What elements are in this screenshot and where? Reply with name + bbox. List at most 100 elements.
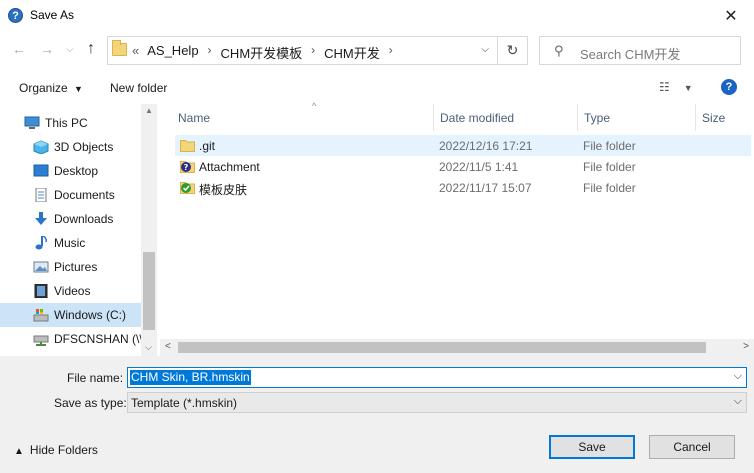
column-header-size[interactable]: Size: [696, 104, 754, 131]
sidebar-item-label: Pictures: [54, 260, 98, 274]
column-header-name[interactable]: Name ^: [172, 101, 434, 131]
caret-down-icon: ▼: [74, 84, 83, 94]
chevron-down-icon[interactable]: ⌵: [734, 370, 742, 383]
download-icon: [35, 212, 47, 225]
chevron-right-icon[interactable]: ›: [208, 43, 212, 62]
refresh-button[interactable]: ↻: [497, 37, 527, 64]
sidebar-item-network-drive[interactable]: DFSCNSHAN (\\: [0, 327, 141, 351]
forward-arrow-icon[interactable]: →: [40, 41, 54, 57]
file-name: 模板皮肤: [199, 183, 248, 197]
column-header-type[interactable]: Type: [578, 104, 696, 131]
sidebar-item-label: This PC: [45, 116, 88, 130]
sort-ascending-icon: ^: [312, 101, 317, 111]
filename-label: File name:: [67, 371, 124, 385]
drive-icon: [33, 309, 49, 322]
help-button[interactable]: ?: [721, 79, 737, 95]
scrollbar-thumb[interactable]: [178, 342, 706, 353]
hide-folders-button[interactable]: ▲ Hide Folders: [14, 443, 98, 457]
address-dropdown-icon[interactable]: ⌵: [481, 44, 489, 55]
sidebar-item-label: Videos: [54, 284, 91, 298]
sidebar-item-music[interactable]: Music: [0, 231, 141, 255]
file-list: Name ^ Date modified Type Size .git 2022…: [157, 101, 754, 356]
navigation-bar: ← → ⌵ ↑ « AS_Help › CHM开发模板 › CHM开发 › ⌵ …: [0, 31, 754, 71]
sidebar-item-this-pc[interactable]: This PC: [0, 111, 141, 135]
sidebar-item-label: Documents: [54, 188, 115, 202]
breadcrumb-overflow[interactable]: «: [132, 43, 139, 62]
search-icon: ⚲: [554, 43, 564, 58]
new-folder-button[interactable]: New folder: [110, 81, 167, 95]
up-arrow-icon[interactable]: ↑: [87, 40, 95, 58]
chevron-down-icon[interactable]: ⌵: [734, 395, 742, 408]
filename-value[interactable]: CHM Skin, BR.hmskin: [130, 370, 251, 385]
sidebar-item-label: 3D Objects: [54, 140, 114, 154]
chevron-up-icon: ▲: [14, 446, 24, 457]
column-label: Size: [702, 110, 726, 125]
organize-button[interactable]: Organize ▼: [19, 81, 83, 95]
savetype-value: Template (*.hmskin): [131, 396, 238, 410]
help-app-icon: ?: [8, 8, 23, 23]
sidebar-item-windows-c[interactable]: Windows (C:): [0, 303, 141, 327]
scroll-left-icon[interactable]: <: [165, 341, 171, 352]
sidebar-item-documents[interactable]: Documents: [0, 183, 141, 207]
sidebar-item-videos[interactable]: Videos: [0, 279, 141, 303]
sidebar-item-label: Windows (C:): [54, 308, 127, 322]
file-date: 2022/12/16 17:21: [439, 139, 533, 153]
file-date: 2022/11/5 1:41: [439, 160, 519, 174]
address-bar[interactable]: « AS_Help › CHM开发模板 › CHM开发 › ⌵ ↻: [107, 36, 528, 65]
scroll-down-icon[interactable]: ⌵: [145, 342, 152, 353]
file-name: .git: [199, 139, 216, 153]
documents-icon: [35, 188, 47, 202]
help-folder-icon: ?: [180, 161, 195, 173]
cancel-button[interactable]: Cancel: [649, 435, 735, 459]
file-name: Attachment: [199, 160, 260, 174]
breadcrumb-item[interactable]: CHM开发: [324, 43, 380, 62]
sidebar-item-3d-objects[interactable]: 3D Objects: [0, 135, 141, 159]
navigation-pane: This PC 3D Objects Desktop Documents Dow…: [0, 104, 157, 356]
filename-field[interactable]: CHM Skin, BR.hmskin ⌵: [127, 367, 747, 388]
computer-icon: [24, 116, 40, 129]
table-row[interactable]: .git 2022/12/16 17:21 File folder: [175, 135, 751, 156]
horizontal-scrollbar[interactable]: < >: [160, 339, 754, 356]
videos-icon: [34, 284, 48, 298]
close-button[interactable]: ✕: [708, 0, 754, 31]
view-options-icon[interactable]: ☷ ▼: [659, 80, 693, 94]
file-type: File folder: [583, 139, 636, 153]
table-row[interactable]: 模板皮肤 2022/11/17 15:07 File folder: [175, 177, 751, 198]
sidebar-scrollbar[interactable]: ▲ ⌵: [141, 104, 157, 356]
caret-down-icon: ▼: [683, 83, 693, 93]
table-row[interactable]: ? Attachment 2022/11/5 1:41 File folder: [175, 156, 751, 177]
breadcrumb-item[interactable]: CHM开发模板: [221, 43, 303, 62]
savetype-select[interactable]: Template (*.hmskin) ⌵: [127, 392, 747, 413]
file-date: 2022/11/17 15:07: [439, 181, 532, 195]
scroll-right-icon[interactable]: >: [743, 341, 749, 352]
back-arrow-icon[interactable]: ←: [12, 41, 26, 57]
sidebar-item-label: Music: [54, 236, 86, 250]
window-title: Save As: [30, 8, 75, 22]
chevron-right-icon[interactable]: ›: [311, 43, 315, 62]
sidebar-item-label: Downloads: [54, 212, 114, 226]
sidebar-item-downloads[interactable]: Downloads: [0, 207, 141, 231]
sidebar-item-label: Desktop: [54, 164, 99, 178]
search-input[interactable]: ⚲ Search CHM开发: [539, 36, 741, 65]
file-type: File folder: [583, 181, 636, 195]
scrollbar-thumb[interactable]: [143, 252, 155, 330]
savetype-label: Save as type:: [54, 396, 127, 410]
music-icon: [35, 236, 47, 250]
column-header-date[interactable]: Date modified: [434, 104, 578, 131]
chevron-right-icon[interactable]: ›: [389, 43, 393, 62]
title-bar: ? Save As ✕: [0, 0, 754, 31]
breadcrumb-item[interactable]: AS_Help: [147, 43, 198, 62]
file-type: File folder: [583, 160, 636, 174]
hide-folders-label: Hide Folders: [29, 443, 98, 457]
sidebar-item-desktop[interactable]: Desktop: [0, 159, 141, 183]
network-drive-icon: [33, 335, 49, 346]
recent-locations-icon[interactable]: ⌵: [66, 44, 74, 55]
breadcrumb: « AS_Help › CHM开发模板 › CHM开发 ›: [132, 43, 402, 62]
column-label: Name: [178, 110, 211, 125]
save-form: File name: CHM Skin, BR.hmskin ⌵ Save as…: [0, 356, 754, 473]
save-button[interactable]: Save: [549, 435, 635, 459]
sidebar-item-pictures[interactable]: Pictures: [0, 255, 141, 279]
folder-icon: [180, 140, 195, 152]
scroll-up-icon[interactable]: ▲: [145, 106, 153, 115]
folder-icon: [112, 40, 127, 56]
